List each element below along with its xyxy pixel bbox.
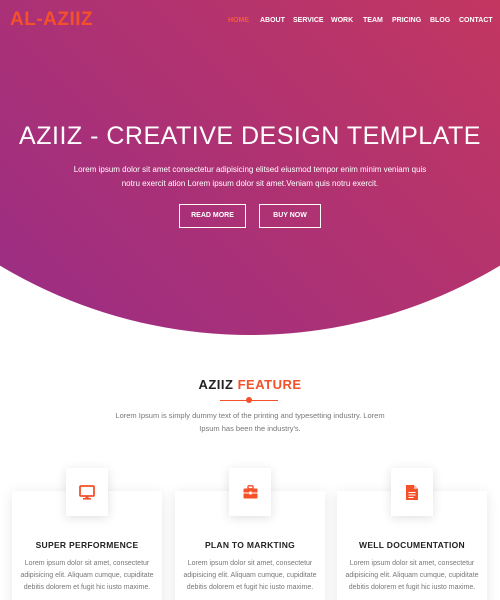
- feature-description-line-1: Lorem Ipsum is simply dummy text of the …: [115, 411, 385, 420]
- buy-now-button[interactable]: BUY NOW: [259, 204, 321, 228]
- read-more-button[interactable]: READ MORE: [179, 204, 246, 228]
- card-text-line: Lorem ipsum dolor sit amet, consectetur: [24, 560, 150, 567]
- site-logo[interactable]: AL-AZIIZ: [10, 9, 93, 31]
- hero-section: AL-AZIIZ HOME ABOUT SERVICE WORK TEAM PR…: [0, 0, 500, 340]
- nav-item-contact[interactable]: CONTACT: [459, 17, 499, 24]
- feature-title-main: AZIIZ: [198, 377, 234, 392]
- hero-title: AZIIZ - CREATIVE DESIGN TEMPLATE: [19, 122, 481, 150]
- card-text-line: Lorem ipsum dolor sit amet, consectetur: [349, 560, 475, 567]
- monitor-icon: [66, 468, 108, 516]
- title-divider-dot: [246, 397, 252, 403]
- hero-description-line-1: Lorem ipsum dolor sit amet consectetur a…: [73, 165, 427, 174]
- card-text-line: adipisicing elit. Aliquam cumque, cupidi…: [20, 572, 154, 579]
- card-text-line: adipisicing elit. Aliquam cumque, cupidi…: [345, 572, 479, 579]
- card-text: Lorem ipsum dolor sit amet, consectetur …: [179, 558, 321, 594]
- card-title: WELL DOCUMENTATION: [359, 540, 465, 550]
- nav-item-blog[interactable]: BLOG: [430, 17, 459, 24]
- card-title: SUPER PERFORMENCE: [35, 540, 139, 550]
- nav-item-home[interactable]: HOME: [228, 17, 260, 24]
- feature-title-accent: FEATURE: [237, 377, 302, 392]
- card-text: Lorem ipsum dolor sit amet, consectetur …: [341, 558, 483, 594]
- card-title: PLAN TO MARKTING: [204, 540, 296, 550]
- card-text-line: debitis dolorem et fugit hic iusto maxim…: [186, 584, 314, 591]
- nav-item-work[interactable]: WORK: [331, 17, 363, 24]
- card-text-line: debitis dolorem et fugit hic iusto maxim…: [348, 584, 476, 591]
- nav-item-service[interactable]: SERVICE: [293, 17, 331, 24]
- nav-item-pricing[interactable]: PRICING: [392, 17, 430, 24]
- card-text: Lorem ipsum dolor sit amet, consectetur …: [16, 558, 158, 594]
- main-nav: HOME ABOUT SERVICE WORK TEAM PRICING BLO…: [228, 17, 499, 24]
- nav-item-team[interactable]: TEAM: [363, 17, 392, 24]
- nav-item-about[interactable]: ABOUT: [260, 17, 293, 24]
- hero-description-line-2: notru exercit ation Lorem ipsum dolor si…: [121, 179, 379, 188]
- hero-description: Lorem ipsum dolor sit amet consectetur a…: [60, 163, 440, 191]
- card-text-line: Lorem ipsum dolor sit amet, consectetur: [187, 560, 313, 567]
- feature-description: Lorem Ipsum is simply dummy text of the …: [105, 409, 395, 435]
- feature-section-title: AZIIZ FEATURE: [0, 377, 500, 392]
- feature-description-line-2: Ipsum has been the industry's.: [199, 424, 301, 433]
- document-icon: [391, 468, 433, 516]
- briefcase-icon: [229, 468, 271, 516]
- card-text-line: adipisicing elit. Aliquam cumque, cupidi…: [183, 572, 317, 579]
- card-text-line: debitis dolorem et fugit hic iusto maxim…: [23, 584, 151, 591]
